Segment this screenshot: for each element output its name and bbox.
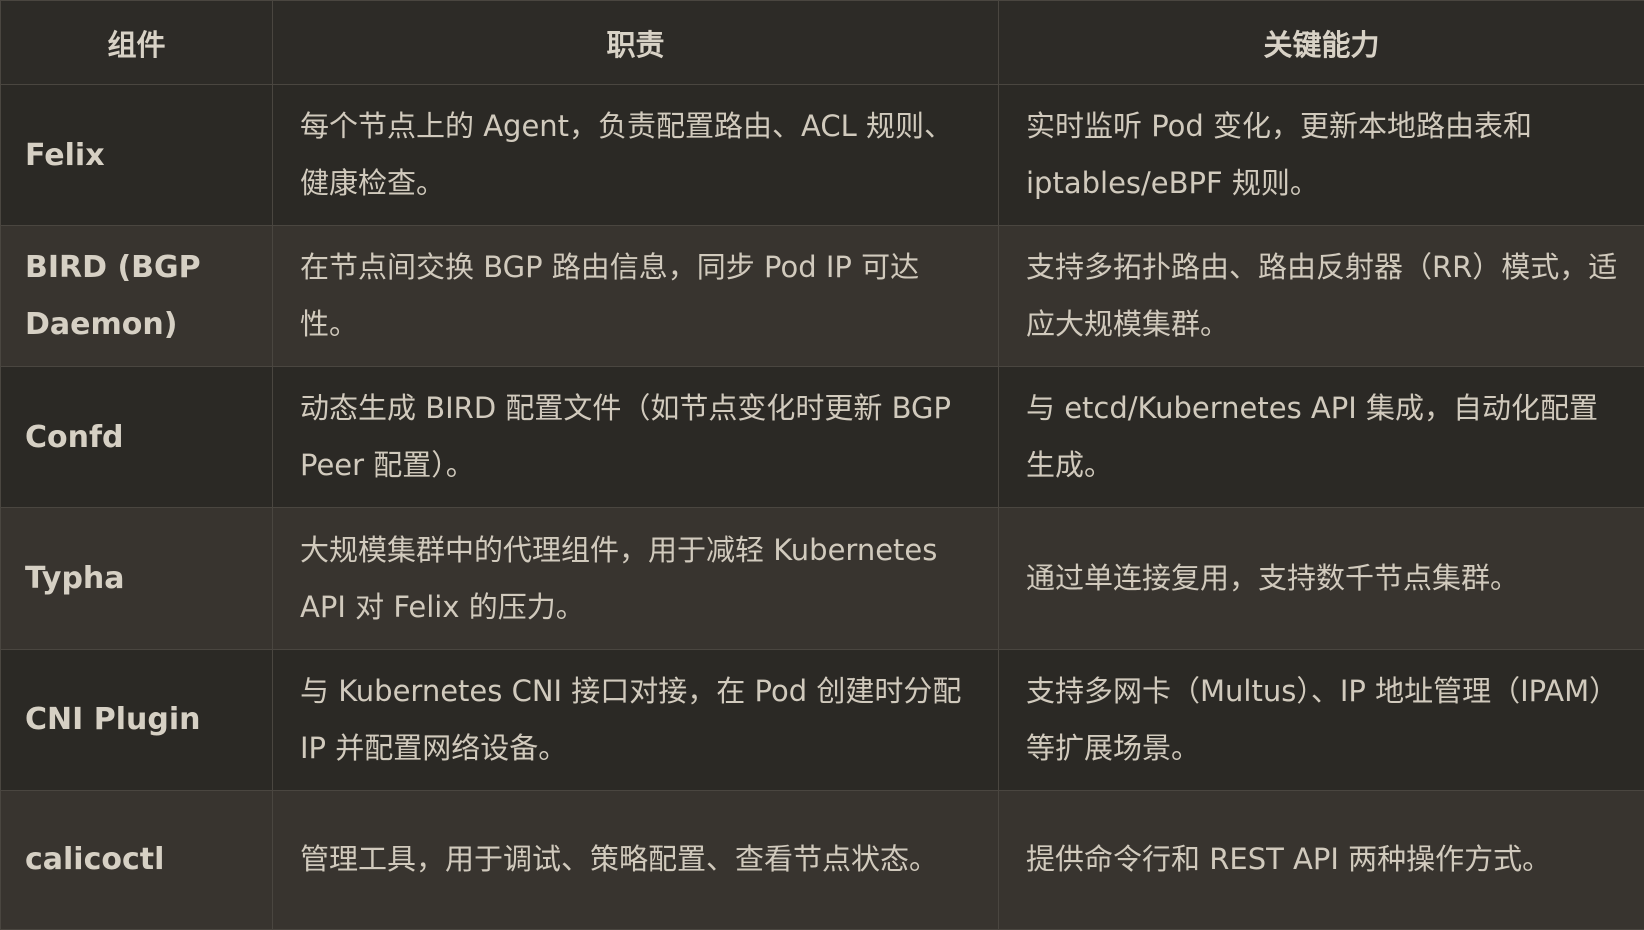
duty-cell: 大规模集群中的代理组件，用于减轻 Kubernetes API 对 Felix … (272, 507, 999, 650)
component-cell: Confd (0, 366, 273, 509)
table-body: Felix 每个节点上的 Agent，负责配置路由、ACL 规则、健康检查。 实… (0, 83, 1644, 930)
capability-cell: 提供命令行和 REST API 两种操作方式。 (998, 789, 1644, 930)
component-cell: CNI Plugin (0, 648, 273, 791)
header-row: 组件 职责 关键能力 (0, 0, 1644, 85)
duty-cell: 与 Kubernetes CNI 接口对接，在 Pod 创建时分配 IP 并配置… (272, 648, 999, 791)
capability-cell: 实时监听 Pod 变化，更新本地路由表和 iptables/eBPF 规则。 (998, 83, 1644, 227)
header-duty: 职责 (272, 0, 999, 85)
calico-components-table: 组件 职责 关键能力 Felix 每个节点上的 Agent，负责配置路由、ACL… (0, 0, 1644, 930)
component-cell: Felix (0, 83, 273, 227)
duty-cell: 在节点间交换 BGP 路由信息，同步 Pod IP 可达性。 (272, 225, 999, 368)
table-row: Typha 大规模集群中的代理组件，用于减轻 Kubernetes API 对 … (0, 507, 1644, 650)
capability-cell: 与 etcd/Kubernetes API 集成，自动化配置生成。 (998, 366, 1644, 509)
table-row: Felix 每个节点上的 Agent，负责配置路由、ACL 规则、健康检查。 实… (0, 83, 1644, 227)
duty-cell: 动态生成 BIRD 配置文件（如节点变化时更新 BGP Peer 配置）。 (272, 366, 999, 509)
table-row: BIRD (BGP Daemon) 在节点间交换 BGP 路由信息，同步 Pod… (0, 225, 1644, 368)
component-cell: Typha (0, 507, 273, 650)
table-row: Confd 动态生成 BIRD 配置文件（如节点变化时更新 BGP Peer 配… (0, 366, 1644, 509)
header-component: 组件 (0, 0, 273, 85)
capability-cell: 支持多拓扑路由、路由反射器（RR）模式，适应大规模集群。 (998, 225, 1644, 368)
capability-cell: 支持多网卡（Multus）、IP 地址管理（IPAM）等扩展场景。 (998, 648, 1644, 791)
duty-cell: 每个节点上的 Agent，负责配置路由、ACL 规则、健康检查。 (272, 83, 999, 227)
table-row: calicoctl 管理工具，用于调试、策略配置、查看节点状态。 提供命令行和 … (0, 789, 1644, 930)
capability-cell: 通过单连接复用，支持数千节点集群。 (998, 507, 1644, 650)
table-row: CNI Plugin 与 Kubernetes CNI 接口对接，在 Pod 创… (0, 648, 1644, 791)
header-capability: 关键能力 (998, 0, 1644, 85)
component-cell: BIRD (BGP Daemon) (0, 225, 273, 368)
duty-cell: 管理工具，用于调试、策略配置、查看节点状态。 (272, 789, 999, 930)
component-cell: calicoctl (0, 789, 273, 930)
table-header: 组件 职责 关键能力 (0, 0, 1644, 85)
